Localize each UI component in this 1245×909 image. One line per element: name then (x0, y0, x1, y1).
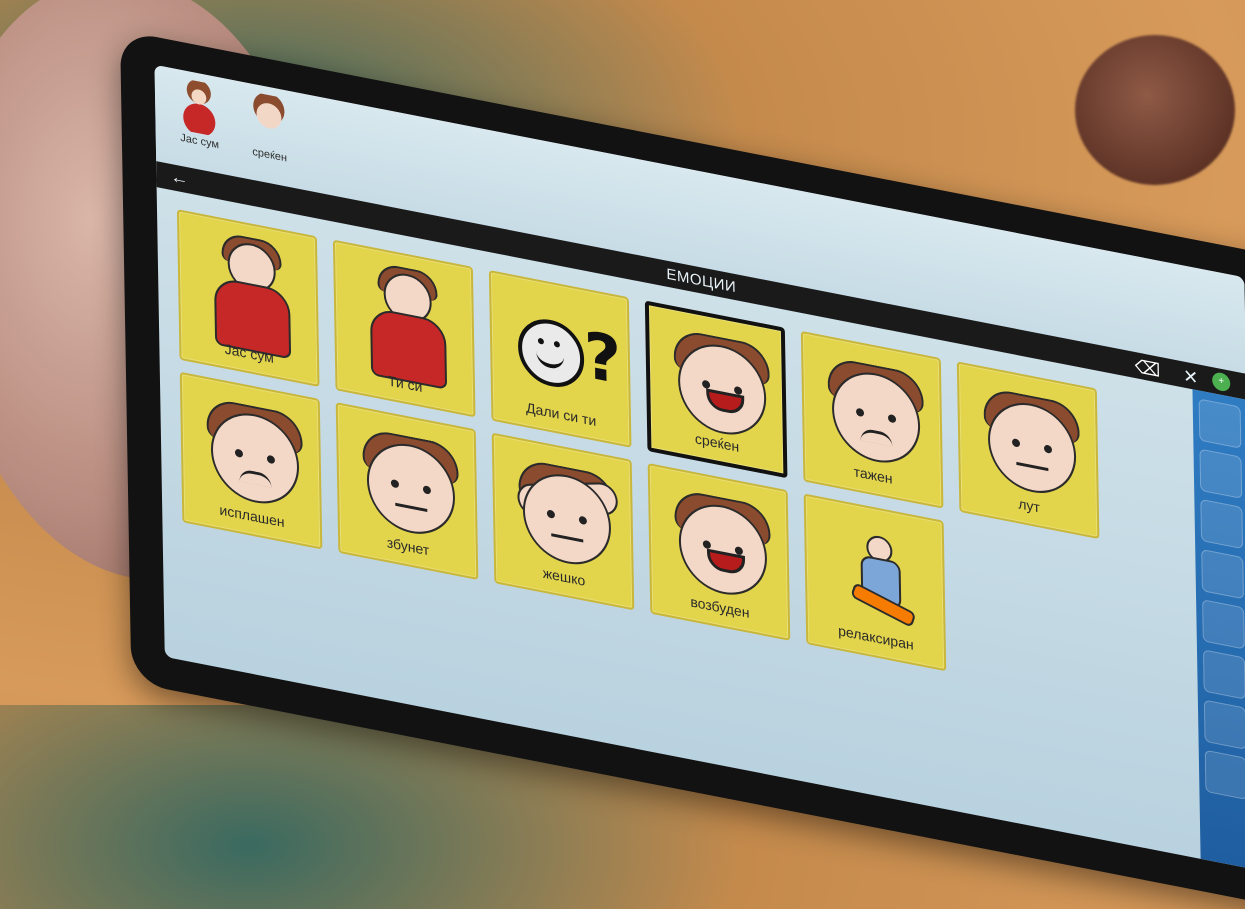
tile-lut[interactable]: лут (956, 361, 1100, 540)
eye-icon (1043, 444, 1053, 454)
app-screen: Јас сум среќен ← ЕМОЦИИ ⌫ ✕ + Јас сум Ти… (154, 64, 1245, 870)
tile-label: Дали си ти (525, 399, 597, 429)
eye-icon (390, 478, 400, 489)
girl-icon (172, 76, 226, 139)
eye-icon (546, 509, 555, 519)
tile-relaksiran[interactable]: релаксиран (803, 493, 947, 672)
tablet: Јас сум среќен ← ЕМОЦИИ ⌫ ✕ + Јас сум Ти… (120, 30, 1245, 909)
eye-icon (422, 485, 432, 495)
eye-icon (887, 413, 897, 424)
rail-button[interactable] (1200, 498, 1244, 550)
tile-zheshko[interactable]: жешко (491, 432, 635, 611)
mouth-icon (536, 349, 565, 371)
tile-zbunet[interactable]: збунет (335, 402, 479, 580)
eye-icon (1011, 438, 1021, 448)
tile-srekjen[interactable]: среќен (644, 300, 788, 479)
boy-icon (242, 89, 296, 153)
mouth-icon (860, 427, 893, 447)
toy (1075, 35, 1235, 185)
backspace-icon[interactable]: ⌫ (1135, 356, 1161, 382)
eye-icon (578, 515, 587, 526)
rail-button[interactable] (1202, 599, 1245, 650)
mouth-icon (395, 502, 428, 513)
rail-button[interactable] (1203, 699, 1245, 750)
eye-icon (855, 407, 865, 418)
eye-icon (266, 454, 276, 465)
smiley-icon (517, 313, 585, 393)
mouth-icon (551, 533, 584, 543)
tile-tazhen[interactable]: тажен (800, 330, 944, 509)
mouth-icon (1016, 461, 1049, 472)
rail-button[interactable] (1204, 749, 1245, 801)
relaxing-person-icon (848, 530, 917, 632)
rail-button[interactable] (1202, 649, 1245, 700)
category-rail[interactable] (1192, 389, 1245, 870)
close-icon[interactable]: ✕ (1183, 365, 1198, 389)
rail-button[interactable] (1201, 548, 1244, 600)
eyes-icon (537, 337, 544, 345)
mouth-icon (239, 468, 272, 488)
tile-ti-si[interactable]: Ти си (332, 239, 476, 418)
tile-jas-sum[interactable]: Јас сум (176, 209, 320, 387)
tile-isplashen[interactable]: исплашен (179, 371, 323, 550)
tile-dali-si-ti[interactable]: ? Дали си ти (488, 269, 632, 448)
sentence-item-2[interactable]: среќен (237, 89, 302, 180)
rail-button[interactable] (1199, 448, 1243, 499)
sentence-item-1[interactable]: Јас сум (167, 75, 232, 166)
question-mark-icon: ? (583, 318, 622, 400)
tile-vozbuden[interactable]: возбуден (647, 463, 791, 641)
rail-button[interactable] (1198, 398, 1242, 449)
eye-icon (234, 448, 244, 459)
